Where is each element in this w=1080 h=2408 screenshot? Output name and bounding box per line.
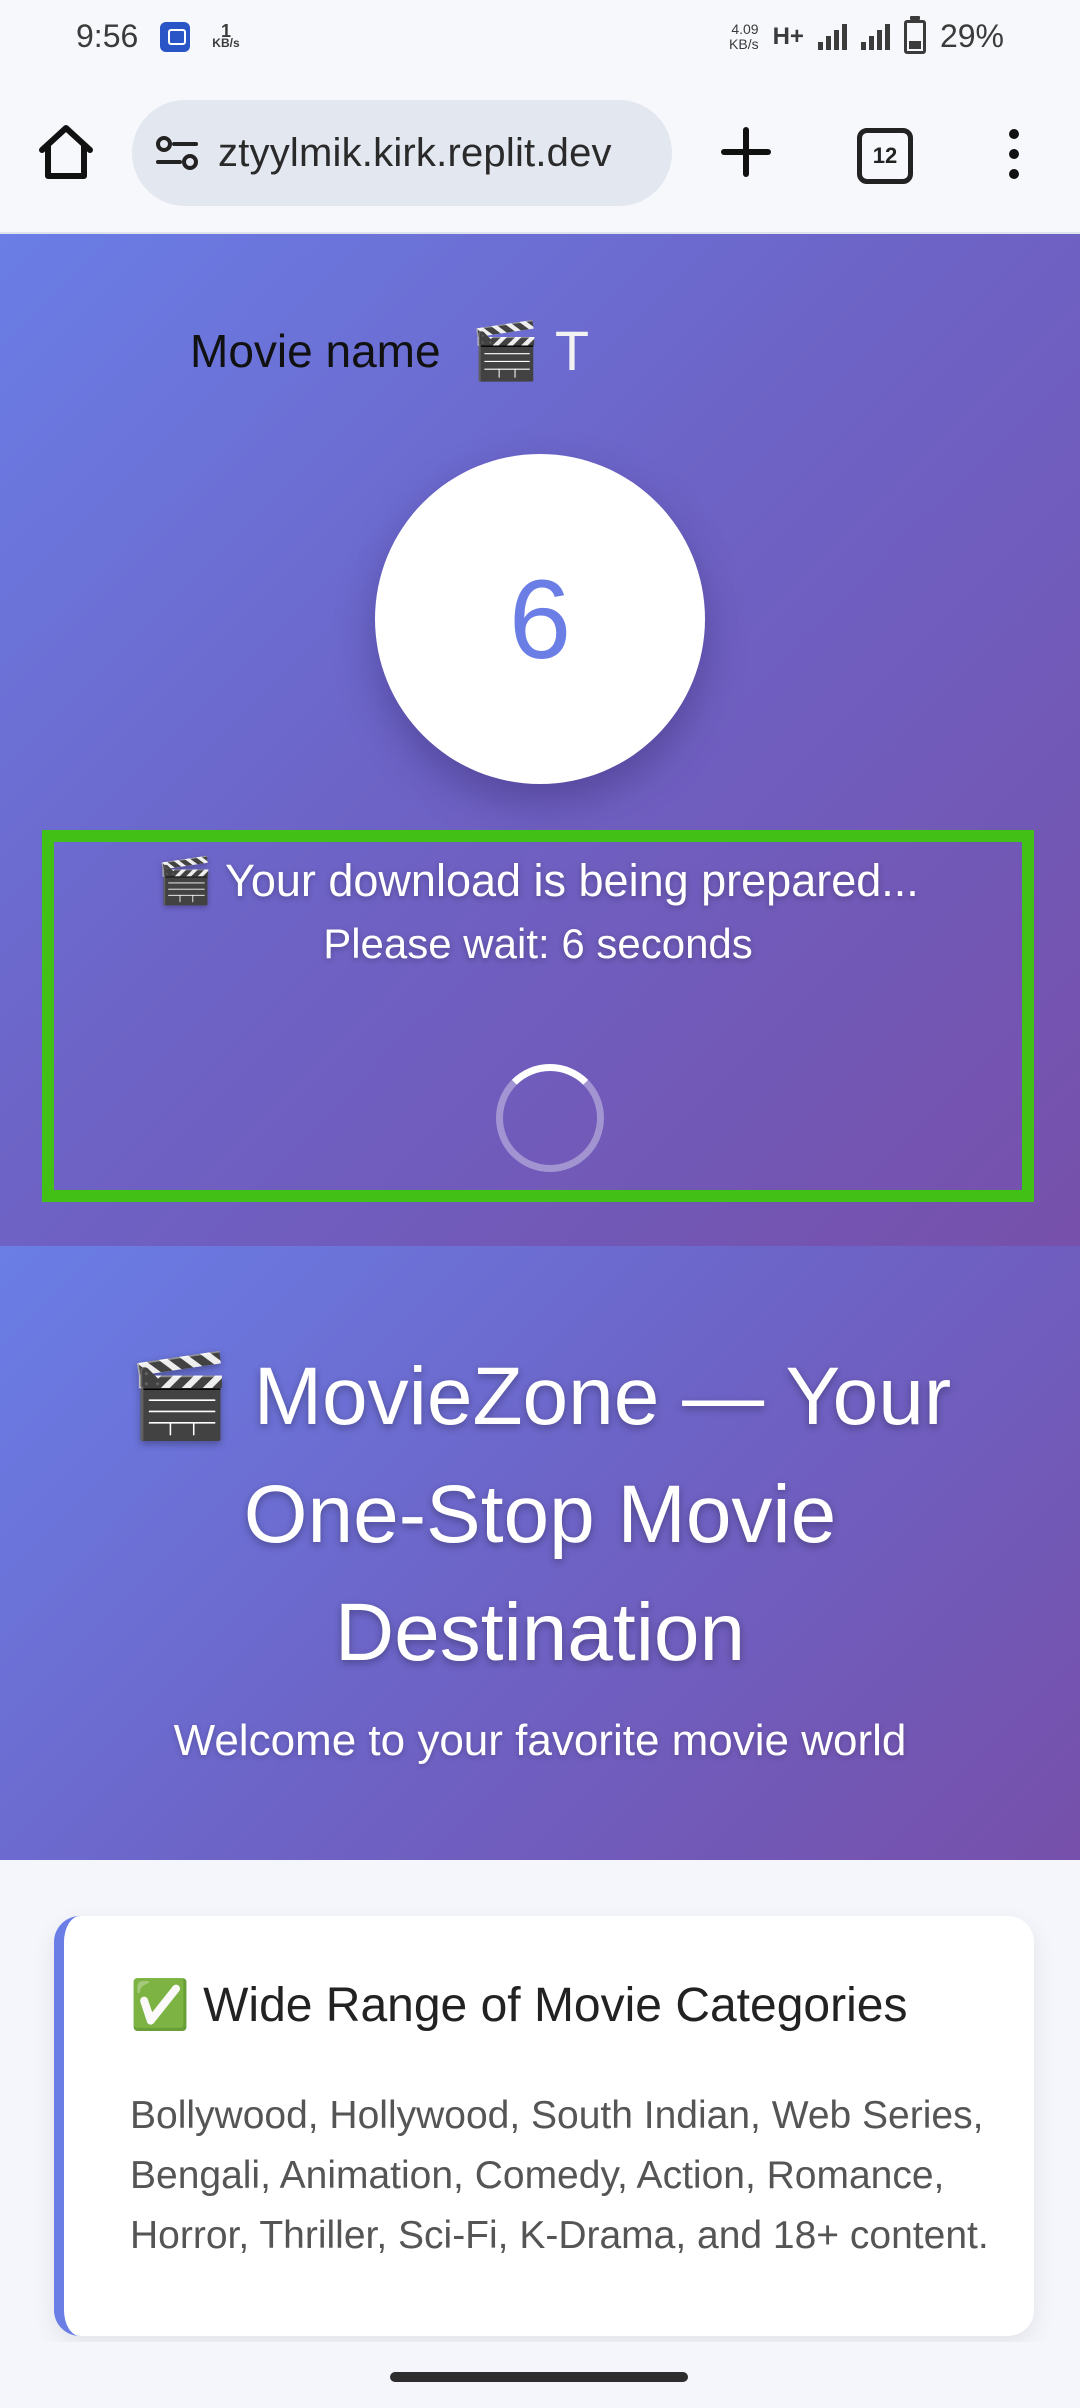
page-subtitle: Welcome to your favorite movie world [173,1716,907,1765]
url-text[interactable]: ztyylmik.kirk.replit.dev [218,131,648,176]
clock: 9:56 [76,18,139,54]
more-vert-icon[interactable] [1000,126,1028,182]
net-speed-value: 4.09 [731,20,759,37]
movie-name-value: 🎬 T [470,319,590,382]
gesture-nav-bar [0,2342,1080,2408]
data-rate: 1 KB/s [212,20,240,50]
plus-icon[interactable] [716,122,776,182]
preparing-text: 🎬 Your download is being prepared... [157,855,919,906]
net-speed: 4.09 KB/s [729,20,759,52]
signal-icon-2 [860,23,890,50]
notification-app-icon [160,21,191,52]
gesture-handle[interactable] [390,2372,688,2382]
feature-text: Bollywood, Hollywood, South Indian, Web … [130,2094,989,2257]
status-bar: 9:56 1 KB/s 4.09 KB/s H+ 29% [0,0,1080,78]
hero-section: 🎬 MovieZone — Your One-Stop Movie Destin… [0,1246,1080,1860]
data-rate-value: 1 [220,20,231,41]
download-status-box: 🎬 Your download is being prepared... Ple… [42,830,1034,1202]
page-title: 🎬 MovieZone — Your One-Stop Movie Destin… [128,1351,952,1678]
signal-icon [817,23,847,50]
net-speed-unit: KB/s [729,35,759,52]
battery-icon [903,15,926,54]
wait-text: Please wait: 6 seconds [323,920,753,967]
tabs-icon[interactable]: 12 [857,128,913,184]
movie-name-label: Movie name [190,325,441,377]
site-settings-icon[interactable] [154,130,200,176]
download-loader-section: Movie name 🎬 T 6 🎬 Your download is bein… [0,234,1080,1246]
feature-card: ✅ Wide Range of Movie Categories Bollywo… [54,1916,1034,2336]
countdown-circle: 6 [375,454,705,784]
feature-title: ✅ Wide Range of Movie Categories [130,1979,908,2032]
address-bar[interactable]: ztyylmik.kirk.replit.dev [132,100,672,206]
data-rate-unit: KB/s [212,35,240,50]
network-type: H+ [772,22,804,50]
battery-percent: 29% [939,18,1004,54]
status-left: 9:56 1 KB/s [76,18,240,55]
loading-spinner-icon [496,1064,604,1172]
browser-toolbar: ztyylmik.kirk.replit.dev 12 [0,78,1080,234]
status-right: 4.09 KB/s H+ 29% [729,15,1004,55]
home-icon[interactable] [34,120,98,184]
movie-name-row: Movie name 🎬 T [190,318,589,384]
